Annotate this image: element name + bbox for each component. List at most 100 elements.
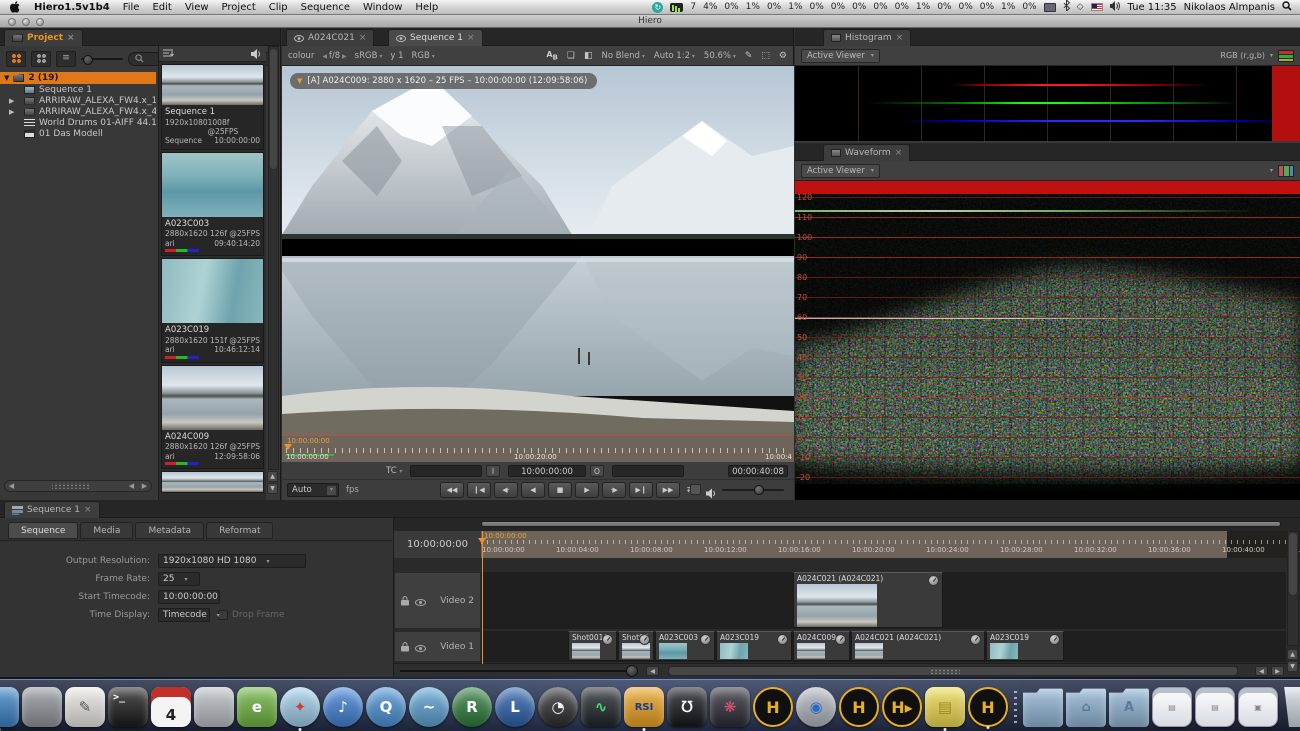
timeline-clip[interactable]: A024C009 [793,631,850,661]
sort-filter-icon[interactable] [163,49,175,59]
guides-icon[interactable]: ⬚ [761,51,770,61]
timeline-ruler[interactable]: 10:00:00:0010:00:04:0010:00:08:0010:00:1… [394,531,1300,558]
next-edit-button[interactable]: ▶❙ [629,482,653,498]
dock-icon-hieroplayer[interactable]: H▸ [882,687,922,727]
volume-slider[interactable] [722,489,784,491]
track-lane[interactable]: A024C021 (A024C021) [481,572,1286,629]
play-button[interactable]: ▶ [575,482,599,498]
scroll-left-icon[interactable]: ◀ [5,482,18,490]
tree-item-2[interactable]: ▶ARRIRAW_ALEXA_FW4.x_4by3 [0,106,156,117]
out-point-field[interactable] [612,465,684,477]
clip-card-0[interactable]: Sequence 11920x10801008f @25FPSSequence1… [161,64,264,150]
tc-mode-dropdown[interactable]: TC ▾ [386,466,402,476]
dock-icon-dashboard[interactable]: ◔ [538,687,578,727]
timeline-vscrollbar[interactable] [1287,531,1299,646]
dock-icon-folder-applications[interactable]: A [1109,687,1149,727]
goto-start-button[interactable]: ◀◀ [440,482,464,498]
in-point-field[interactable] [410,465,482,477]
wipe-icon[interactable]: ◧ [584,51,593,61]
dock-icon-activity-monitor[interactable]: ∿ [581,687,621,727]
lock-icon[interactable] [401,591,410,610]
clip-thumbnail[interactable] [162,366,263,430]
airport-icon[interactable]: ◇ [1077,2,1084,12]
colorspace-dropdown[interactable]: sRGB [355,51,383,61]
menu-clip[interactable]: Clip [269,2,288,13]
dock-icon-hiero-2[interactable]: H [839,687,879,727]
thumbnail-vscrollbar[interactable] [268,46,279,470]
viewer-tab-1[interactable]: Sequence 1× [388,29,483,46]
tab-waveform[interactable]: Waveform × [823,144,910,161]
timeline-clip[interactable]: A024C021 (A024C021) [793,572,943,628]
timeline-clip[interactable]: A023C003 [655,631,715,661]
dock-icon-rsi[interactable]: RSI [624,687,664,727]
sync-status-icon[interactable]: ↻ [652,2,663,13]
timeline-zoom-slider[interactable] [400,670,632,672]
dock-icon-hiero-3[interactable]: H [968,687,1008,727]
tree-root-item[interactable]: ▼ 2 (19) [0,72,156,84]
zoom-slider-knob[interactable] [626,665,638,677]
dock-icon-itunes[interactable]: ♪ [323,687,363,727]
scroll-right-icon[interactable]: ▶ [138,482,151,490]
timeline-clip[interactable]: A023C019 [986,631,1064,661]
spotlight-icon[interactable] [1282,1,1292,14]
clip-thumbnail[interactable] [162,65,263,105]
scroll-right-icon[interactable]: ▶ [1271,666,1284,676]
aperture-control[interactable]: ◀ f/8 ▶ [322,51,346,61]
dock-icon-safari[interactable]: ✦ [280,687,320,727]
proxy-dropdown[interactable]: Auto 1:2 [654,51,695,61]
dock-icon-resolve-blue[interactable]: L [495,687,535,727]
scroll-down-icon[interactable]: ▼ [267,483,278,494]
chevron-down-icon[interactable]: ▼ [4,74,9,82]
set-in-button[interactable]: I [486,465,500,477]
waveform-plot[interactable]: 1201101009080706050403020100-10-20 [795,181,1300,500]
layers-icon[interactable]: ❏ [567,51,575,61]
tree-item-1[interactable]: ▶ARRIRAW_ALEXA_FW4.x_16by [0,95,156,106]
dock-icon-textedit[interactable]: ✎ [65,687,105,727]
menu-edit[interactable]: Edit [152,2,171,13]
close-icon[interactable]: × [467,33,475,43]
dock-icon-calendar[interactable]: 4 [151,687,191,727]
grid-view-button[interactable] [6,51,26,67]
track-visible-eye-icon[interactable] [415,637,426,656]
volume-knob[interactable] [754,485,764,495]
clip-thumbnail[interactable] [162,153,263,217]
gamma-control[interactable]: y 1 [390,51,403,61]
tab-histogram[interactable]: Histogram × [823,29,911,46]
track-visible-eye-icon[interactable] [415,591,426,610]
menu-project[interactable]: Project [222,2,256,13]
tab-project[interactable]: Project × [4,29,83,46]
dock-icon-finder[interactable] [0,687,19,727]
chevron-right-icon[interactable]: ▶ [9,97,14,105]
bluetooth-icon[interactable] [1063,0,1070,14]
close-icon[interactable]: × [895,148,903,158]
chevron-right-icon[interactable]: ▶ [9,108,14,116]
dock-icon-photo-booth[interactable] [194,687,234,727]
blend-mode-dropdown[interactable]: No Blend [601,51,644,61]
stop-button[interactable]: ■ [548,482,572,498]
lock-icon[interactable] [401,637,410,656]
timeline-hscrollbar[interactable] [668,666,1238,676]
input-language-flag-icon[interactable] [1091,3,1103,11]
subtab-reformat[interactable]: Reformat [206,522,273,539]
tree-item-3[interactable]: World Drums 01-AIFF 44.1:16 [0,117,156,128]
subtab-metadata[interactable]: Metadata [135,522,204,539]
settings-dropdown-3[interactable]: Timecode [158,608,210,622]
menubar-app-name[interactable]: Hiero1.5v1b4 [34,2,110,13]
dock-icon-quicktime[interactable]: Q [366,687,406,727]
timeline-playhead[interactable] [482,531,483,664]
scroll-down-icon[interactable]: ▼ [1287,661,1298,672]
scroll-up-icon[interactable]: ▲ [267,471,278,482]
dock-icon-document-window[interactable]: ▣ [1238,687,1278,727]
audio-mute-checkbox[interactable] [690,484,701,495]
close-icon[interactable]: × [67,33,75,43]
dock-icon-folder-documents[interactable] [1023,687,1063,727]
set-out-button[interactable]: O [590,465,604,477]
clip-card-3[interactable]: A024C0092880x1620126f @25FPSari12:09:58:… [161,365,264,469]
clip-card-2[interactable]: A023C0192880x1620151f @25FPSari10:46:12:… [161,258,264,362]
histogram-source-dropdown[interactable]: Active Viewer [801,49,880,63]
menu-window[interactable]: Window [363,2,402,13]
dock-icon-terminal[interactable]: >_ [108,687,148,727]
histogram-mode-dropdown[interactable]: RGB (r,g,b) [1220,51,1265,60]
menu-view[interactable]: View [185,2,209,13]
dock-icon-evernote[interactable]: e [237,687,277,727]
